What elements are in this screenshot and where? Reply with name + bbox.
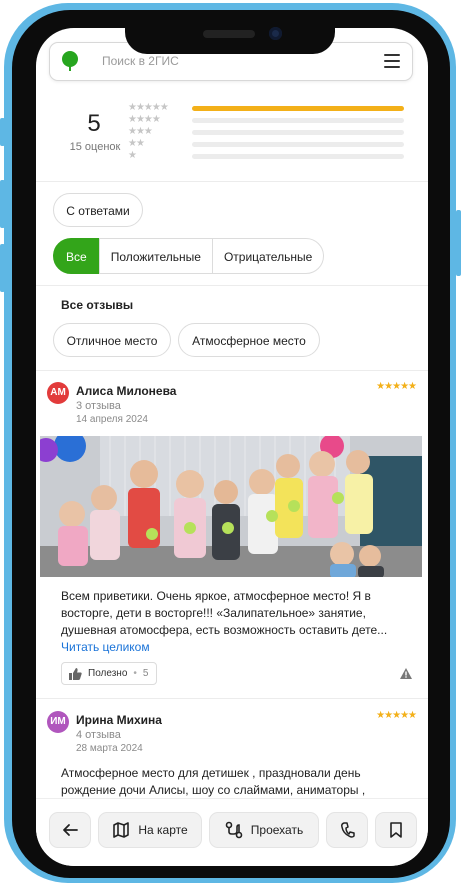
review-text: Всем приветики. Очень яркое, атмосферное… [61, 589, 388, 637]
divider [36, 698, 428, 699]
rating-count: 15 оценок [69, 141, 121, 153]
call-button[interactable] [326, 812, 368, 848]
arrow-left-icon [63, 824, 78, 836]
helpful-button[interactable]: Полезно • 5 [61, 662, 158, 685]
review-author[interactable]: Ирина Михина [76, 713, 162, 727]
rating-row-stars: ★ [128, 150, 137, 161]
speaker-grille [203, 30, 255, 38]
rating-row-stars: ★★★★ [128, 114, 161, 125]
route-button[interactable]: Проехать [209, 812, 319, 848]
rating-summary: 5 15 оценок ★★★★★ ★★★★ ★★★ ★★ ★ [36, 90, 428, 180]
front-camera [269, 27, 282, 40]
review-photo[interactable] [40, 436, 422, 577]
divider [36, 285, 428, 286]
helpful-label: Полезно [88, 668, 128, 679]
on-map-button[interactable]: На карте [98, 812, 202, 848]
divider [36, 370, 428, 371]
rating-row-bar [192, 130, 404, 135]
review-author-count: 4 отзыва [76, 729, 121, 741]
back-button[interactable] [49, 812, 91, 848]
rating-row-bar [192, 118, 404, 123]
tab-all[interactable]: Все [53, 238, 100, 274]
review-date: 14 апреля 2024 [76, 414, 148, 425]
tab-positive[interactable]: Положительные [98, 238, 213, 274]
2gis-logo-icon [62, 51, 78, 71]
route-label: Проехать [250, 823, 304, 837]
review-filter-tabs: Все Положительные Отрицательные [53, 238, 325, 274]
rating-row-stars: ★★ [128, 138, 145, 149]
review-text: Атмосферное место для детишек , празднов… [61, 766, 366, 797]
phone-icon [341, 822, 355, 838]
rating-row-fill [192, 106, 404, 111]
search-input[interactable]: Поиск в 2ГИС [102, 54, 179, 68]
bookmark-icon [390, 822, 402, 838]
phone-notch [125, 14, 335, 54]
helpful-count: 5 [142, 668, 149, 679]
menu-icon[interactable] [384, 54, 400, 68]
review-stars: ★★★★★ [376, 381, 417, 392]
map-icon [113, 822, 130, 838]
rating-row-bar [192, 154, 404, 159]
report-warning-icon[interactable] [400, 668, 412, 679]
rating-row-stars: ★★★ [128, 126, 153, 137]
read-more-link[interactable]: Читать целиком [61, 640, 150, 654]
on-map-label: На карте [138, 823, 188, 837]
bookmark-button[interactable] [375, 812, 417, 848]
avatar: АМ [47, 382, 69, 404]
phone-volume-down-button [0, 244, 5, 292]
phone-volume-up-button [0, 180, 5, 228]
review-author[interactable]: Алиса Милонева [76, 384, 176, 398]
phone-side-button [0, 118, 5, 146]
tab-negative[interactable]: Отрицательные [211, 238, 325, 274]
rating-row-bar [192, 106, 404, 111]
route-icon [225, 821, 243, 839]
avatar: ИМ [47, 711, 69, 733]
review-stars: ★★★★★ [376, 710, 417, 721]
divider [36, 181, 428, 182]
thumbs-up-icon [69, 667, 82, 680]
rating-row-stars: ★★★★★ [128, 102, 169, 113]
tag-chip-great-place[interactable]: Отличное место [53, 323, 171, 357]
tag-chip-atmospheric-place[interactable]: Атмосферное место [178, 323, 320, 357]
bottom-action-bar: На карте Проехать [36, 798, 428, 866]
review-author-count: 3 отзыва [76, 400, 121, 412]
separator-dot: • [133, 668, 137, 679]
phone-power-button [456, 210, 461, 276]
filter-with-answers-chip[interactable]: С ответами [53, 193, 143, 227]
app-screen: Поиск в 2ГИС 5 15 оценок ★★★★★ ★★★★ ★★★ ★★ ★… [36, 28, 428, 866]
review-date: 28 марта 2024 [76, 743, 143, 754]
rating-score: 5 [87, 110, 101, 137]
all-reviews-title: Все отзывы [61, 298, 134, 312]
rating-row-bar [192, 142, 404, 147]
